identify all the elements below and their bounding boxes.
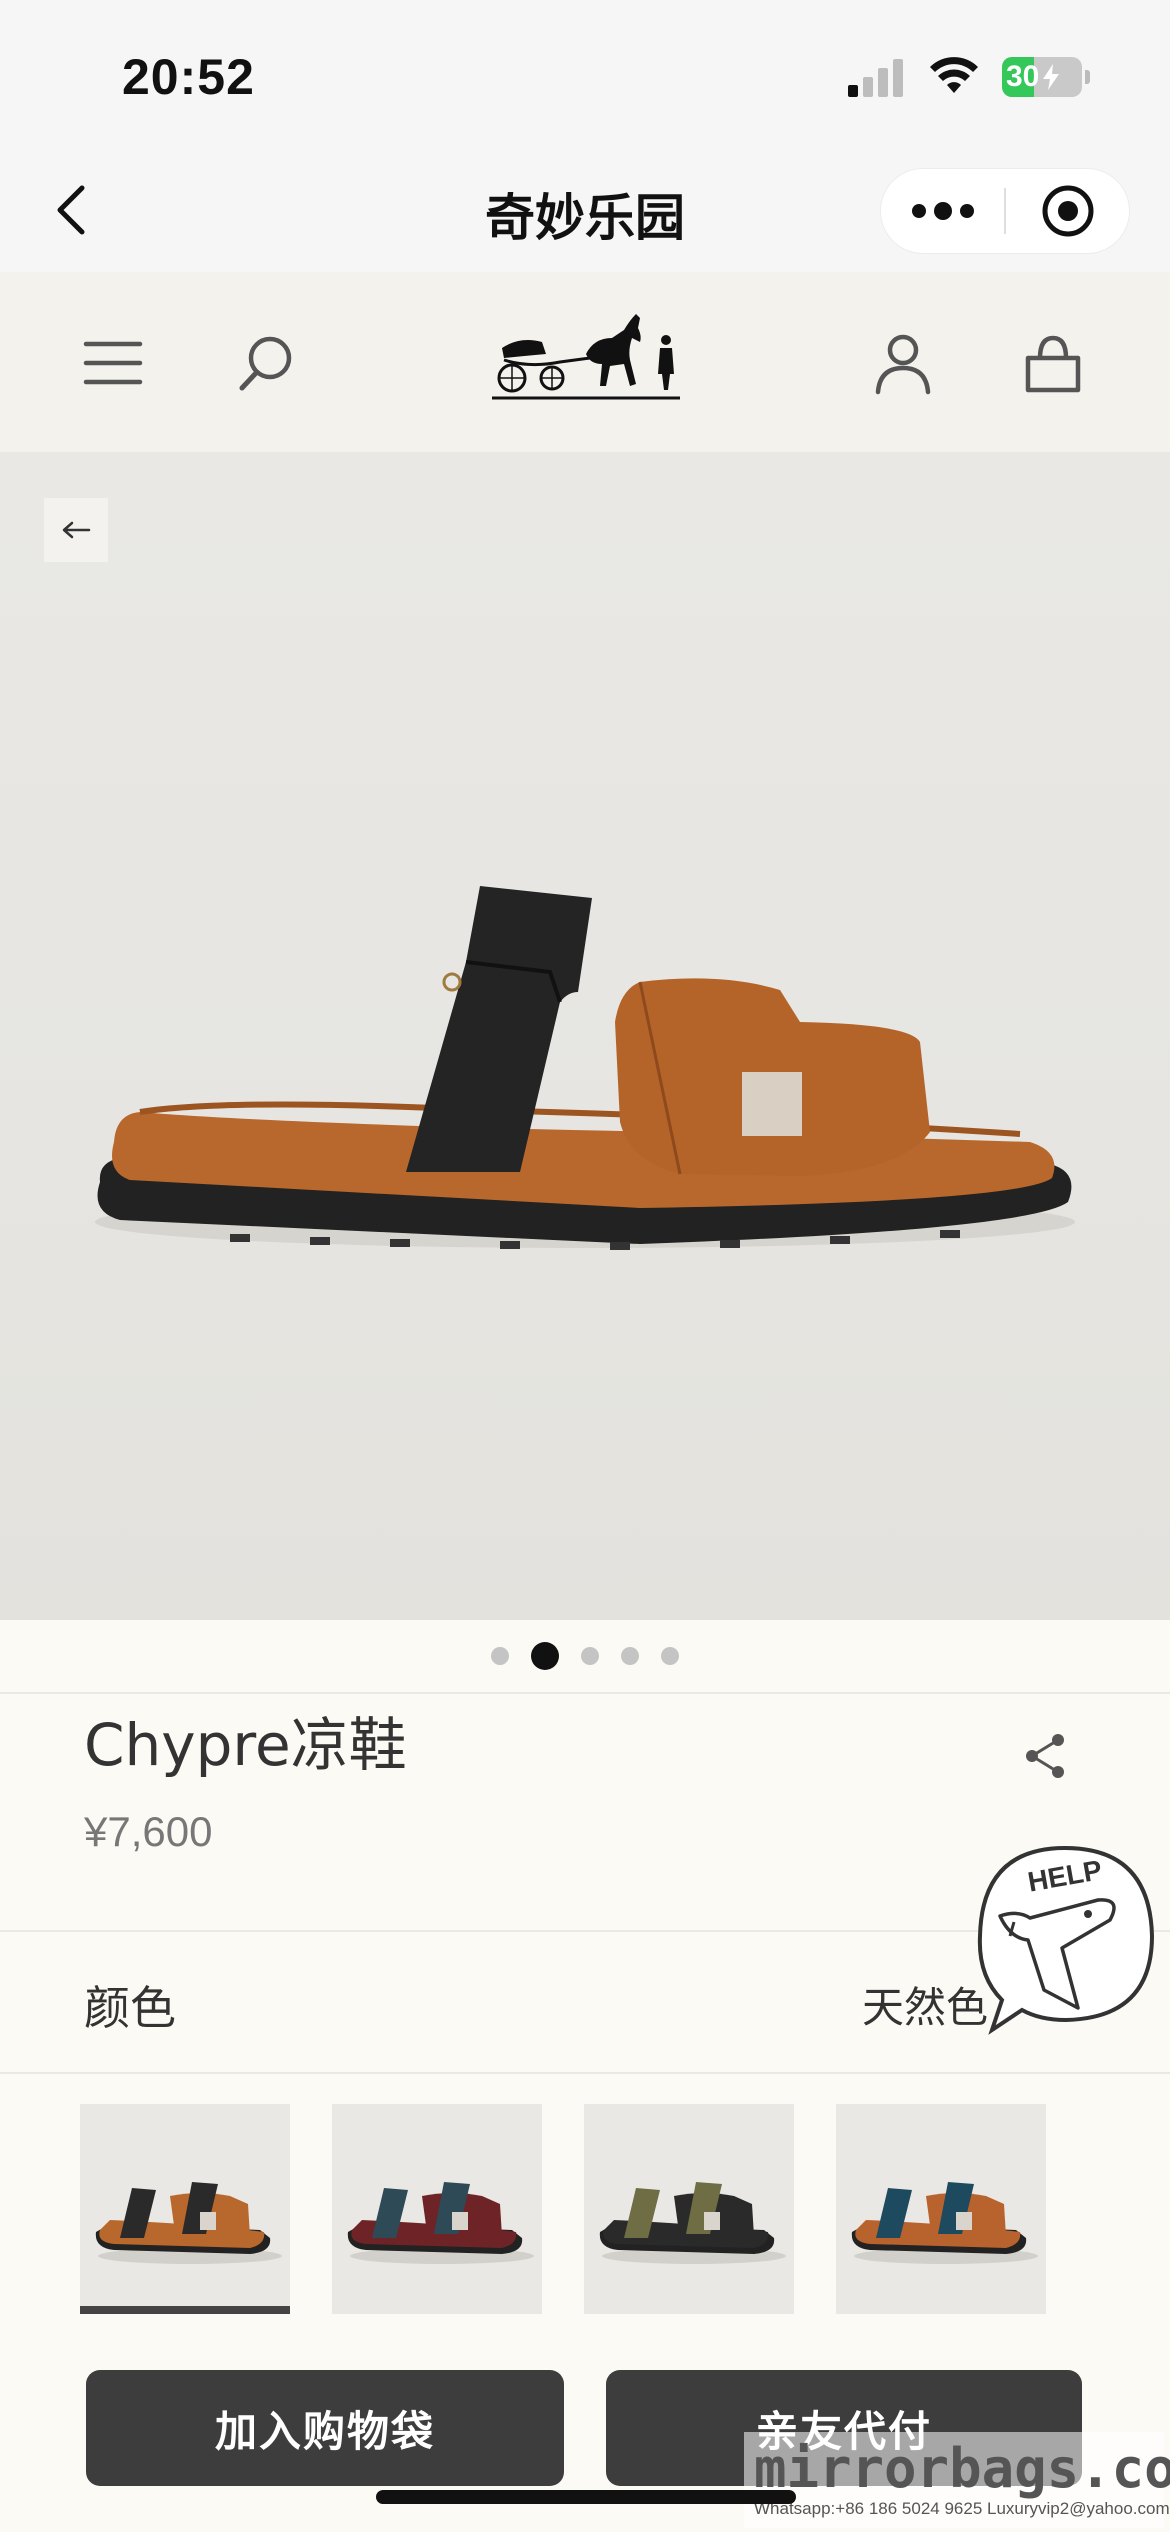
battery-charging-icon: 30 [1002, 57, 1090, 97]
swatch-sandal-thumbnail [95, 2182, 282, 2264]
color-swatches [80, 2104, 1046, 2314]
sandal-illustration [95, 886, 1075, 1250]
wifi-icon [930, 57, 978, 93]
status-time: 20:52 [122, 49, 255, 105]
more-dots-icon [911, 202, 974, 220]
color-label: 颜色 [84, 1982, 176, 2034]
pagination-dot-active[interactable] [531, 1642, 559, 1670]
close-button[interactable] [1006, 168, 1129, 254]
color-swatch-khaki-black[interactable] [584, 2104, 794, 2314]
product-name: Chypre凉鞋 [84, 1711, 407, 1779]
swatch-sandal-thumbnail [347, 2182, 534, 2264]
carriage-logo[interactable] [490, 308, 682, 408]
divider [0, 1692, 1170, 1694]
pagination-dot[interactable] [581, 1647, 599, 1665]
color-swatch-bordeaux-teal[interactable] [332, 2104, 542, 2314]
arrow-left-icon [62, 521, 91, 539]
divider [0, 2072, 1170, 2074]
menu-icon[interactable] [78, 328, 148, 398]
account-icon[interactable] [868, 328, 938, 398]
product-image[interactable] [0, 452, 1170, 1620]
help-dog-icon: HELP [977, 1845, 1155, 2035]
battery-level: 30 [1006, 60, 1040, 93]
home-indicator [376, 2490, 796, 2504]
color-swatch-tan-black[interactable] [80, 2104, 290, 2314]
image-back-button[interactable] [44, 498, 108, 562]
search-icon[interactable] [232, 328, 302, 398]
status-icons: 30 [848, 52, 1090, 102]
help-button[interactable]: HELP [970, 1840, 1160, 2040]
gallery-pagination [0, 1620, 1170, 1692]
cellular-signal-icon [848, 59, 903, 97]
close-target-icon [1042, 185, 1093, 237]
capsule-menu [880, 168, 1130, 254]
share-icon[interactable] [1018, 1728, 1074, 1784]
watermark: mirrorbags.com Whatsapp:+86 186 5024 962… [744, 2432, 1170, 2528]
watermark-main: mirrorbags.com [754, 2437, 1170, 2500]
swatch-sandal-thumbnail [851, 2182, 1038, 2264]
add-to-bag-button[interactable]: 加入购物袋 [86, 2370, 564, 2486]
pagination-dot[interactable] [661, 1647, 679, 1665]
site-header [0, 272, 1170, 452]
pagination-dot[interactable] [621, 1647, 639, 1665]
swatch-sandal-thumbnail [599, 2182, 786, 2264]
shopping-bag-icon[interactable] [1018, 328, 1088, 398]
watermark-sub: Whatsapp:+86 186 5024 9625 Luxuryvip2@ya… [754, 2499, 1170, 2518]
product-price: ¥7,600 [84, 1808, 213, 1855]
mini-program-nav: 奇妙乐园 [0, 150, 1170, 272]
pagination-dot[interactable] [491, 1647, 509, 1665]
more-button[interactable] [881, 168, 1004, 254]
status-bar: 20:52 30 [0, 0, 1170, 150]
color-swatch-teal-tan[interactable] [836, 2104, 1046, 2314]
